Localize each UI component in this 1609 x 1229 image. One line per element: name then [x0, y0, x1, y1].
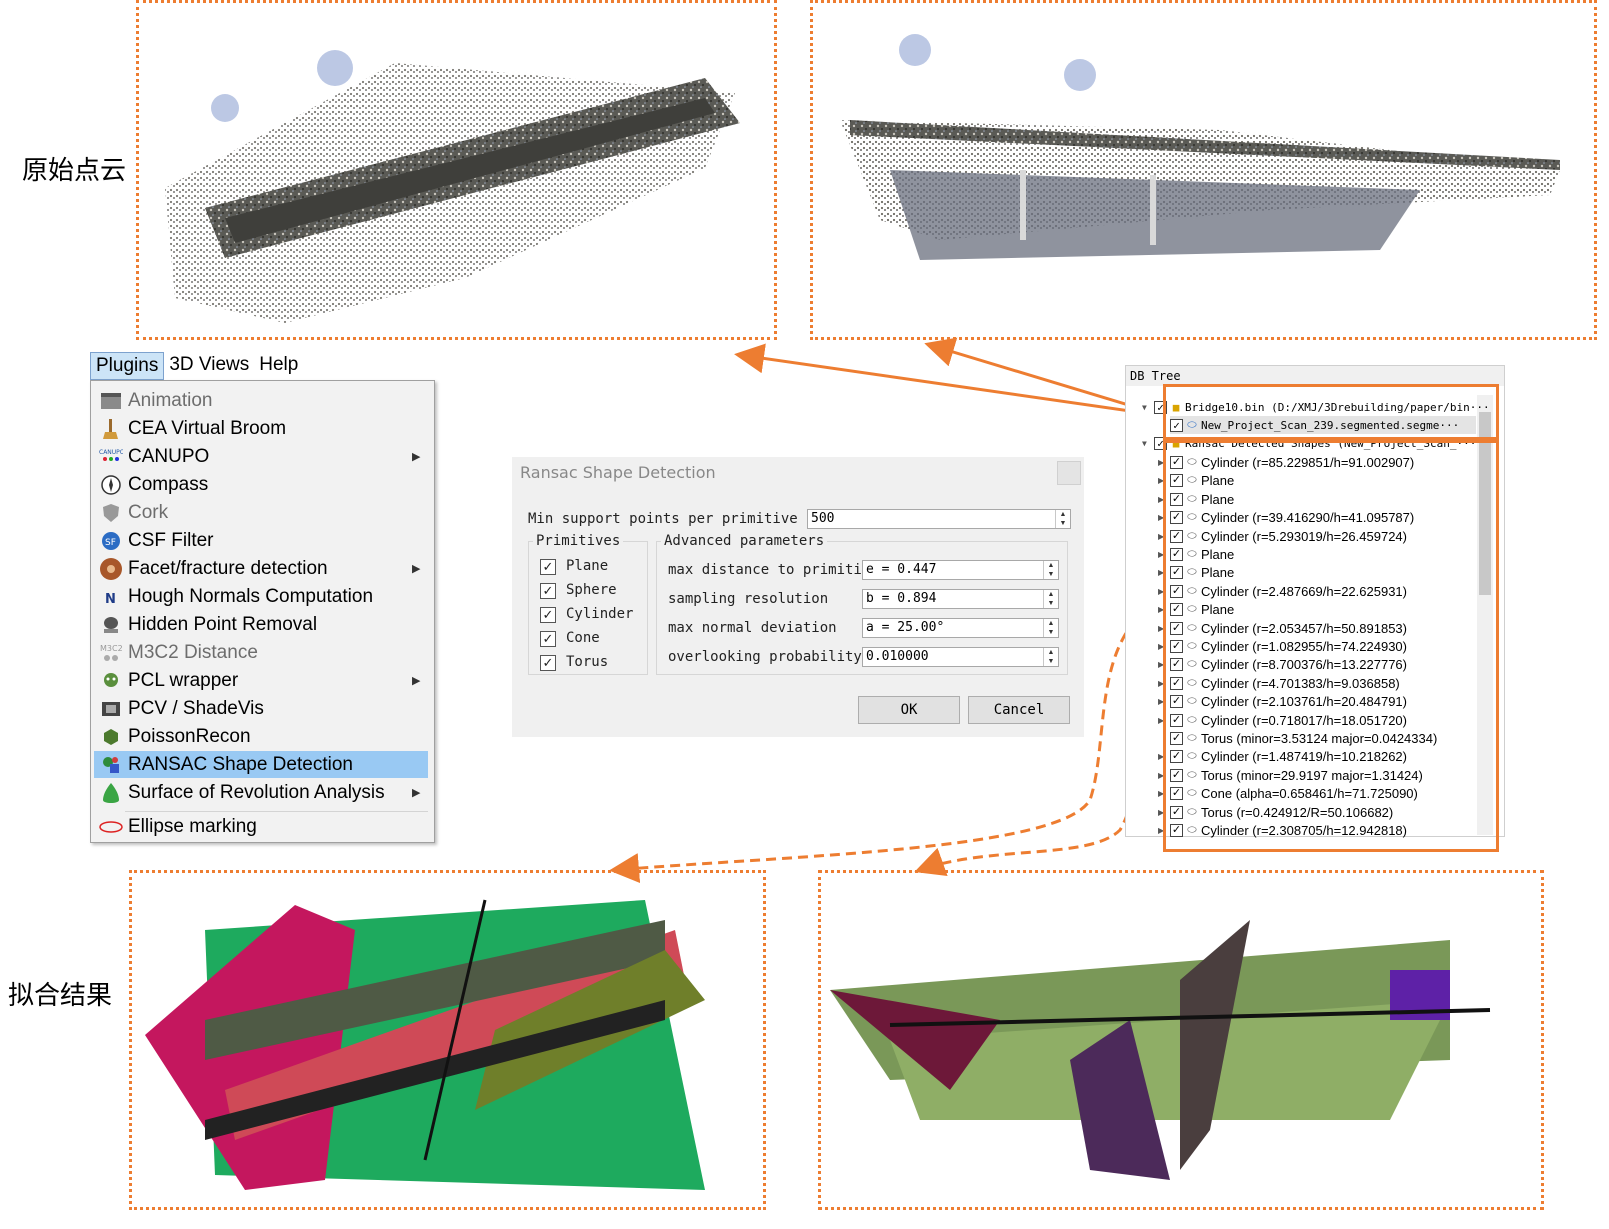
- cork-icon: [96, 501, 126, 525]
- poisson-icon: [96, 725, 126, 749]
- plugins-dropdown: Animation CEA Virtual Broom CANUPO CANUP…: [90, 380, 435, 843]
- label-sampling-resolution: sampling resolution: [668, 591, 829, 607]
- collapse-arrow-icon[interactable]: ▼: [1142, 403, 1154, 412]
- label-cone: Cone: [566, 630, 600, 646]
- min-support-label: Min support points per primitive: [528, 511, 798, 527]
- ransac-dialog: Ransac Shape Detection Min support point…: [512, 457, 1084, 737]
- spin-arrows-icon[interactable]: ▲ ▼: [1043, 619, 1058, 637]
- highlight-box-root: [1163, 384, 1499, 440]
- menu-item-compass[interactable]: Compass: [94, 471, 428, 498]
- svg-text:SF: SF: [105, 538, 116, 548]
- ransac-icon: [96, 753, 126, 777]
- svg-text:N: N: [105, 592, 116, 607]
- hpr-icon: [96, 613, 126, 637]
- menu-bar: Plugins 3D Views Help: [90, 352, 350, 380]
- label-cylinder: Cylinder: [566, 606, 634, 622]
- svg-text:M3C2: M3C2: [100, 644, 123, 653]
- cancel-button[interactable]: Cancel: [968, 696, 1070, 724]
- min-support-spinbox[interactable]: 500 ▲ ▼: [807, 509, 1071, 529]
- overlooking-probability-spinbox[interactable]: 0.010000 ▲ ▼: [862, 647, 1059, 667]
- menu-item-canupo[interactable]: CANUPO CANUPO ▶: [94, 443, 428, 470]
- collapse-arrow-icon[interactable]: ▼: [1142, 439, 1154, 448]
- highlight-box-shapes: [1163, 440, 1499, 852]
- dialog-title: Ransac Shape Detection: [520, 463, 716, 482]
- menu-item-pcl-wrapper[interactable]: PCL wrapper ▶: [94, 667, 428, 694]
- csf-icon: SF: [96, 529, 126, 553]
- m3c2-icon: M3C2: [96, 641, 126, 665]
- ok-button[interactable]: OK: [858, 696, 960, 724]
- svg-text:CANUPO: CANUPO: [99, 449, 123, 456]
- menu-item-cork[interactable]: Cork: [94, 499, 428, 526]
- max-distance-spinbox[interactable]: e = 0.447 ▲ ▼: [862, 560, 1059, 580]
- spin-arrows-icon[interactable]: ▲ ▼: [1055, 510, 1070, 528]
- facet-icon: [96, 557, 126, 581]
- dialog-close-button[interactable]: [1057, 461, 1081, 485]
- menu-item-ransac-shape-detection[interactable]: RANSAC Shape Detection: [94, 751, 428, 778]
- pcv-icon: [96, 697, 126, 721]
- checkbox-sphere[interactable]: ✓: [540, 583, 556, 599]
- checkbox-torus[interactable]: ✓: [540, 655, 556, 671]
- label-sphere: Sphere: [566, 582, 617, 598]
- label-max-distance: max distance to primitive: [668, 562, 879, 578]
- checkbox-cylinder[interactable]: ✓: [540, 607, 556, 623]
- menu-plugins[interactable]: Plugins: [90, 352, 165, 380]
- menu-item-cea-virtual-broom[interactable]: CEA Virtual Broom: [94, 415, 428, 442]
- menu-item-facet-fracture-detection[interactable]: Facet/fracture detection ▶: [94, 555, 428, 582]
- menu-separator: [125, 811, 428, 812]
- label-plane: Plane: [566, 558, 609, 574]
- spin-arrows-icon[interactable]: ▲ ▼: [1043, 561, 1058, 579]
- label-torus: Torus: [566, 654, 609, 670]
- menu-item-animation[interactable]: Animation: [94, 387, 428, 414]
- checkbox-cone[interactable]: ✓: [540, 631, 556, 647]
- pcl-icon: [96, 669, 126, 693]
- menu-help[interactable]: Help: [254, 352, 303, 378]
- menu-item-csf-filter[interactable]: SF CSF Filter: [94, 527, 428, 554]
- menu-item-hough-normals[interactable]: N Hough Normals Computation: [94, 583, 428, 610]
- menu-item-poissonrecon[interactable]: PoissonRecon: [94, 723, 428, 750]
- menu-item-m3c2-distance[interactable]: M3C2 M3C2 Distance: [94, 639, 428, 666]
- label-overlooking-probability: overlooking probability: [668, 649, 862, 665]
- menu-3d-views[interactable]: 3D Views: [164, 352, 254, 378]
- compass-icon: [96, 473, 126, 497]
- checkbox-plane[interactable]: ✓: [540, 559, 556, 575]
- label-max-normal-deviation: max normal deviation: [668, 620, 837, 636]
- revolution-icon: [96, 781, 126, 805]
- db-tree-title: DB Tree: [1126, 366, 1504, 386]
- menu-item-ellipse-marking[interactable]: Ellipse marking: [94, 813, 428, 840]
- menu-item-surface-of-revolution[interactable]: Surface of Revolution Analysis ▶: [94, 779, 428, 806]
- menu-item-hidden-point-removal[interactable]: Hidden Point Removal: [94, 611, 428, 638]
- spin-arrows-icon[interactable]: ▲ ▼: [1043, 590, 1058, 608]
- broom-icon: [96, 417, 126, 441]
- max-normal-deviation-spinbox[interactable]: a = 25.00° ▲ ▼: [862, 618, 1059, 638]
- spin-arrows-icon[interactable]: ▲ ▼: [1043, 648, 1058, 666]
- normals-icon: N: [96, 585, 126, 609]
- sampling-resolution-spinbox[interactable]: b = 0.894 ▲ ▼: [862, 589, 1059, 609]
- animation-icon: [96, 389, 126, 413]
- ellipse-icon: [96, 815, 126, 839]
- menu-item-pcv-shadevis[interactable]: PCV / ShadeVis: [94, 695, 428, 722]
- canupo-icon: CANUPO: [96, 445, 126, 469]
